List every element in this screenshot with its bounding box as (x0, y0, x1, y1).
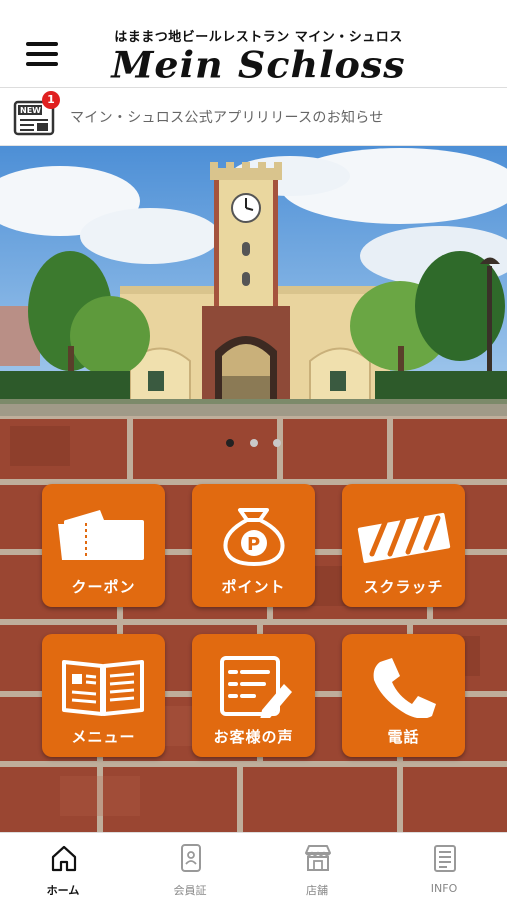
feedback-icon (220, 656, 292, 718)
carousel-indicator[interactable] (0, 432, 507, 451)
tile-label: 電話 (387, 728, 420, 746)
point-tile-button[interactable]: P ポイント (192, 484, 315, 607)
info-list-icon (434, 845, 456, 872)
home-icon (51, 845, 77, 872)
notification-count-badge: 1 (42, 91, 60, 109)
tab-member-card[interactable]: 会員証 (127, 833, 253, 900)
castle-restaurant-photo (0, 146, 507, 416)
phone-tile-button[interactable]: 電話 (342, 634, 465, 757)
store-icon (305, 845, 331, 871)
scratch-icon (357, 512, 451, 564)
restaurant-logo[interactable]: Mein Schloss (0, 43, 507, 86)
tile-label: メニュー (71, 728, 136, 746)
member-card-icon (181, 844, 201, 872)
tab-label: ホーム (46, 884, 80, 897)
tile-label: スクラッチ (363, 578, 444, 596)
tab-label: INFO (430, 882, 458, 895)
svg-text:NEW: NEW (20, 106, 41, 115)
scratch-tile-button[interactable]: スクラッチ (342, 484, 465, 607)
app-header: はままつ地ビールレストラン マイン・シュロス Mein Schloss (0, 0, 507, 88)
carousel-dot-1[interactable] (226, 439, 235, 447)
hero-carousel-image[interactable] (0, 146, 507, 416)
brick-wall-background (0, 416, 507, 832)
tile-label: クーポン (71, 578, 136, 596)
phone-icon (373, 658, 436, 718)
ticket-icon (58, 510, 144, 560)
news-bar[interactable]: NEW 1 マイン・シュロス公式アプリリリースのお知らせ (0, 88, 507, 146)
menu-book-icon (62, 660, 144, 716)
customer-voice-tile-button[interactable]: お客様の声 (192, 634, 315, 757)
brick-texture (0, 416, 507, 832)
tab-store[interactable]: 店舗 (254, 833, 380, 900)
news-headline[interactable]: マイン・シュロス公式アプリリリースのお知らせ (70, 107, 384, 127)
coupon-tile-button[interactable]: クーポン (42, 484, 165, 607)
svg-text:P: P (247, 534, 260, 555)
point-bag-icon: P (223, 508, 285, 567)
tab-home[interactable]: ホーム (0, 833, 126, 900)
tile-label: お客様の声 (213, 728, 294, 746)
tab-label: 店舗 (306, 884, 328, 897)
menu-tile-button[interactable]: メニュー (42, 634, 165, 757)
tab-label: 会員証 (173, 884, 207, 897)
tab-info[interactable]: INFO (381, 833, 507, 900)
bottom-tab-bar: ホーム 会員証 店舗 INFO (0, 832, 507, 900)
carousel-dot-3[interactable] (272, 439, 281, 447)
carousel-dot-2[interactable] (249, 439, 258, 447)
tile-label: ポイント (221, 578, 286, 596)
